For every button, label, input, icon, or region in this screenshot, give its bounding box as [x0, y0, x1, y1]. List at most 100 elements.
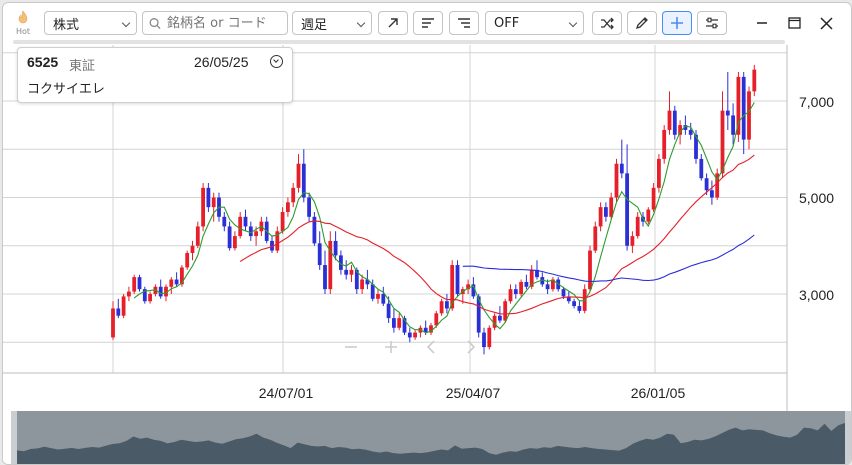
candle-body — [376, 294, 380, 299]
toolbar-scrollbar[interactable] — [13, 40, 785, 44]
shuffle-button[interactable] — [592, 11, 622, 35]
candle-body — [524, 281, 529, 287]
candle-body — [704, 178, 709, 191]
candle-body — [482, 332, 486, 348]
stock-code: 6525 — [27, 54, 59, 70]
candle-body — [190, 245, 195, 253]
candle-body — [211, 197, 216, 208]
candle-body — [699, 158, 704, 179]
candle-body — [349, 269, 354, 275]
expand-toggle-icon[interactable] — [270, 55, 283, 68]
candle-body — [344, 269, 349, 275]
candle-body — [280, 211, 285, 232]
x-tick-label: 24/07/01 — [259, 385, 314, 401]
x-tick-label: 25/04/07 — [446, 385, 501, 401]
candle-body — [206, 187, 211, 208]
candle-body — [174, 279, 179, 285]
draw-button[interactable] — [627, 11, 657, 35]
trend-button[interactable] — [378, 11, 408, 35]
candle-body — [323, 265, 327, 290]
chart-window: Hot 株式 週足 OFF — [2, 2, 852, 465]
chevron-down-icon — [121, 18, 131, 28]
align-right-button[interactable] — [449, 11, 479, 35]
candle-body — [296, 163, 301, 188]
zoom-in-button[interactable] — [380, 339, 402, 353]
scroll-left-button[interactable] — [420, 339, 442, 354]
candle-body — [158, 286, 163, 297]
candle-body — [111, 308, 115, 338]
arrow-up-right-icon — [388, 18, 398, 28]
period-select[interactable]: 週足 — [292, 11, 372, 35]
candle-body — [227, 226, 232, 249]
candle-body — [127, 291, 131, 297]
candle-body — [233, 236, 237, 249]
candle-body — [201, 187, 205, 227]
candle-body — [413, 332, 417, 338]
align-right-icon — [458, 18, 470, 28]
hot-button[interactable]: Hot — [12, 9, 34, 37]
candle-body — [222, 216, 227, 227]
candle-body — [604, 207, 608, 217]
candle-body — [180, 267, 184, 285]
align-left-button[interactable] — [413, 11, 443, 35]
plus-icon — [385, 341, 397, 353]
candle-body — [625, 173, 629, 246]
candle-body — [657, 158, 661, 188]
candle-body — [455, 265, 460, 294]
candle-body — [116, 308, 121, 316]
x-tick-label: 26/01/05 — [631, 385, 686, 401]
search-box[interactable] — [142, 11, 288, 35]
chevron-down-icon — [356, 18, 366, 28]
close-icon — [819, 16, 833, 30]
sliders-icon — [706, 17, 718, 29]
candle-body — [407, 332, 412, 338]
minimize-button[interactable] — [752, 13, 772, 33]
candle-body — [132, 277, 137, 292]
candle-body — [667, 110, 672, 130]
candle-body — [392, 318, 396, 328]
stock-info-card: 6525 東証 26/05/25 コクサイエレ — [17, 47, 293, 103]
y-tick-label: 3,000 — [799, 287, 834, 303]
candle-body — [439, 301, 444, 314]
security-type-value: 株式 — [53, 17, 80, 33]
candle-body — [445, 301, 449, 309]
candle-body — [593, 226, 598, 251]
candle-body — [598, 207, 603, 227]
overlay-select[interactable]: OFF — [485, 11, 584, 35]
settings-button[interactable] — [697, 11, 727, 35]
close-button[interactable] — [816, 13, 836, 33]
candle-body — [238, 216, 243, 237]
search-input[interactable] — [165, 14, 287, 32]
candle-body — [519, 281, 523, 294]
pencil-icon — [635, 17, 648, 30]
price-chart[interactable]: 7,000 5,000 3,000 24/07/01 25/04/07 26/0… — [3, 45, 851, 464]
market-label: 東証 — [69, 59, 96, 74]
maximize-button[interactable] — [784, 13, 804, 33]
overview-navigator[interactable] — [11, 411, 851, 464]
scroll-right-button[interactable] — [460, 339, 482, 354]
candle-body — [333, 240, 338, 256]
candle-body — [710, 190, 714, 198]
candle-body — [561, 289, 566, 297]
minimize-icon — [757, 22, 767, 24]
candle-body — [545, 284, 550, 290]
candle-body — [381, 294, 386, 304]
candle-body — [688, 129, 693, 135]
chevron-left-icon — [426, 340, 435, 354]
candle-body — [397, 318, 402, 328]
candle-body — [195, 226, 200, 246]
align-left-icon — [422, 18, 434, 28]
candle-body — [360, 279, 364, 290]
maximize-icon — [787, 17, 801, 29]
candle-body — [370, 284, 375, 299]
crosshair-button[interactable] — [662, 11, 692, 35]
zoom-out-button[interactable] — [340, 339, 362, 353]
candle-body — [148, 294, 152, 302]
search-icon — [149, 17, 161, 29]
candle-body — [572, 301, 576, 307]
security-type-select[interactable]: 株式 — [44, 11, 137, 35]
candle-body — [498, 315, 502, 321]
candle-body — [434, 313, 439, 326]
candle-body — [747, 91, 751, 140]
candle-body — [386, 303, 391, 319]
